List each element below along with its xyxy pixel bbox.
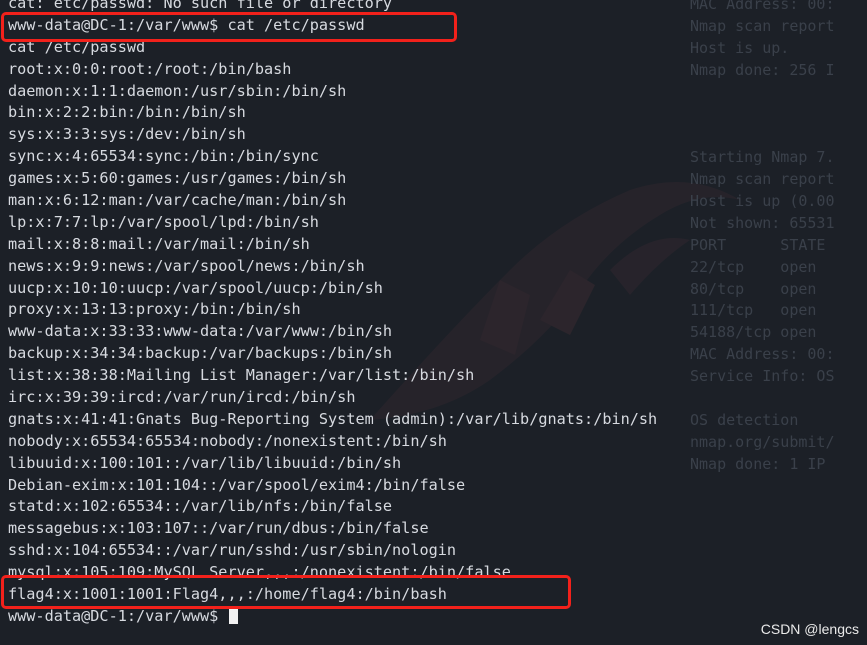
terminal-line: games:x:5:60:games:/usr/games:/bin/sh [8,169,347,188]
terminal-line: root:x:0:0:root:/root:/bin/bash [8,59,292,78]
terminal-line: list:x:38:38:Mailing List Manager:/var/l… [8,366,475,385]
terminal-line: sync:x:4:65534:sync:/bin:/bin/sync [8,147,319,166]
terminal-line: bin:x:2:2:bin:/bin:/bin/sh [8,103,246,122]
terminal-line: daemon:x:1:1:daemon:/usr/sbin:/bin/sh [8,81,347,100]
terminal-line: news:x:9:9:news:/var/spool/news:/bin/sh [8,256,365,275]
terminal-line: proxy:x:13:13:proxy:/bin:/bin/sh [8,300,301,319]
csdn-watermark: CSDN @lengcs [760,621,859,637]
terminal-line: mail:x:8:8:mail:/var/mail:/bin/sh [8,234,310,253]
terminal-output: cat: etc/passwd: No such file or directo… [8,0,867,628]
terminal-line: statd:x:102:65534::/var/lib/nfs:/bin/fal… [8,497,393,516]
flag4-highlight-box [1,575,571,609]
terminal-line: libuuid:x:100:101::/var/lib/libuuid:/bin… [8,453,402,472]
terminal-line: backup:x:34:34:backup:/var/backups:/bin/… [8,344,393,363]
terminal-line: Debian-exim:x:101:104::/var/spool/exim4:… [8,475,466,494]
terminal-line: gnats:x:41:41:Gnats Bug-Reporting System… [8,409,658,428]
command-highlight-box [1,12,457,42]
shell-prompt: www-data@DC-1:/var/www$ [8,606,228,625]
terminal-line: sys:x:3:3:sys:/dev:/bin/sh [8,125,246,144]
terminal-line: nobody:x:65534:65534:nobody:/nonexistent… [8,431,447,450]
text-cursor [229,606,239,624]
terminal-line: man:x:6:12:man:/var/cache/man:/bin/sh [8,191,347,210]
terminal-line: www-data:x:33:33:www-data:/var/www:/bin/… [8,322,393,341]
terminal-line: messagebus:x:103:107::/var/run/dbus:/bin… [8,519,429,538]
prompt-line[interactable]: www-data@DC-1:/var/www$ [8,606,867,628]
terminal-line: uucp:x:10:10:uucp:/var/spool/uucp:/bin/s… [8,278,383,297]
terminal-line: lp:x:7:7:lp:/var/spool/lpd:/bin/sh [8,212,319,231]
terminal-line: sshd:x:104:65534::/var/run/sshd:/usr/sbi… [8,541,457,560]
terminal-line: irc:x:39:39:ircd:/var/run/ircd:/bin/sh [8,388,356,407]
terminal-window[interactable]: MAC Address: 00: Nmap scan report Host is … [0,0,867,645]
